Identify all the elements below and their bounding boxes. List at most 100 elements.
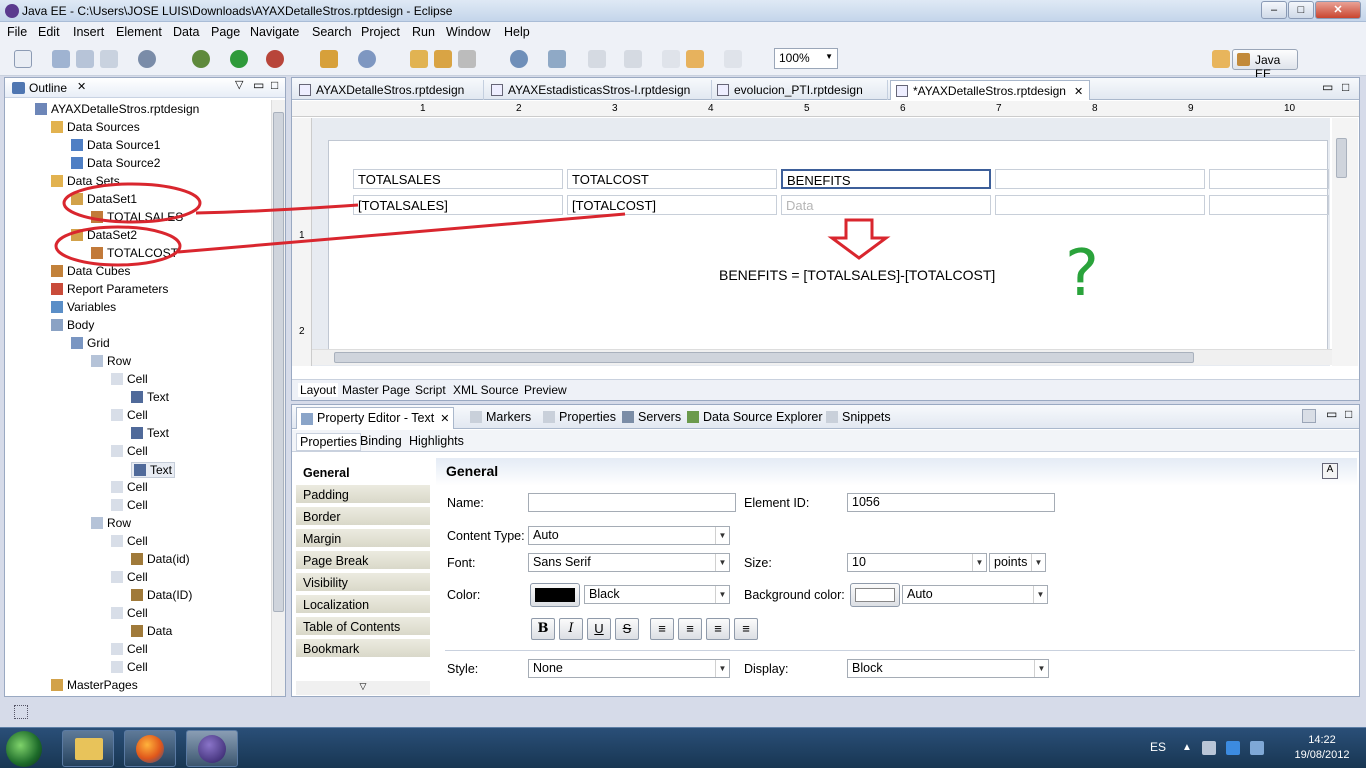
style-label: Style:	[447, 662, 479, 676]
content-type-label: Content Type:	[447, 529, 525, 543]
category-visibility[interactable]: Visibility	[296, 573, 430, 593]
divider	[445, 650, 1355, 651]
chevron-down-icon[interactable]: ▽	[296, 681, 430, 695]
color-swatch	[535, 588, 575, 602]
category-table-of-contents[interactable]: Table of Contents	[296, 617, 430, 637]
name-label: Name:	[447, 496, 484, 510]
network-icon[interactable]	[1250, 741, 1264, 755]
folder-icon	[75, 738, 103, 760]
property-subtabs: Properties Binding Highlights	[292, 430, 1359, 452]
chevron-down-icon: ▼	[715, 554, 729, 571]
content-type-select[interactable]: Auto ▼	[528, 526, 730, 545]
align-center-icon: ≡	[686, 621, 694, 636]
tab-label: Markers	[486, 410, 532, 424]
name-input[interactable]	[528, 493, 736, 512]
tab-properties[interactable]: Properties	[543, 410, 616, 424]
size-unit-select[interactable]: points ▼	[989, 553, 1046, 572]
show-hidden-icons-icon[interactable]: ▲	[1182, 742, 1192, 753]
tab-label: Snippets	[842, 410, 891, 424]
background-value: Auto	[907, 587, 933, 601]
style-value: None	[533, 661, 563, 675]
subtab-highlights[interactable]: Highlights	[406, 433, 467, 449]
property-icon	[301, 413, 313, 425]
tab-servers[interactable]: Servers	[622, 410, 681, 424]
strikethrough-button[interactable]: S	[615, 618, 639, 640]
close-tab-icon[interactable]: ✕	[440, 413, 449, 425]
dataset2-circle	[54, 225, 182, 267]
justify-button[interactable]: ≡	[734, 618, 758, 640]
dropbox-icon[interactable]	[1226, 741, 1240, 755]
font-select[interactable]: Sans Serif ▼	[528, 553, 730, 572]
fast-view-icon[interactable]	[14, 705, 28, 719]
subtab-binding[interactable]: Binding	[357, 433, 405, 449]
explorer-taskbar-button[interactable]	[62, 730, 114, 767]
eclipse-taskbar-button[interactable]	[186, 730, 238, 767]
tab-label: Property Editor - Text	[317, 411, 435, 425]
align-right-button[interactable]: ≡	[706, 618, 730, 640]
start-button[interactable]	[6, 731, 42, 767]
category-bookmark[interactable]: Bookmark	[296, 639, 430, 659]
background-swatch	[855, 588, 895, 602]
property-categories: General Padding Border Margin Page Break Visi…	[296, 463, 430, 695]
category-padding[interactable]: Padding	[296, 485, 430, 505]
category-border[interactable]: Border	[296, 507, 430, 527]
background-swatch-button[interactable]	[850, 583, 900, 607]
chevron-down-icon: ▼	[715, 527, 729, 544]
color-select[interactable]: Black ▼	[584, 585, 730, 604]
justify-icon: ≡	[742, 621, 750, 636]
align-right-icon: ≡	[714, 621, 722, 636]
volume-muted-icon[interactable]	[1202, 741, 1216, 755]
section-title: General	[436, 458, 1357, 486]
chevron-down-icon: ▼	[1034, 660, 1048, 677]
firefox-icon	[136, 735, 164, 763]
tab-data-source-explorer[interactable]: Data Source Explorer	[687, 410, 823, 424]
underline-button[interactable]: U	[587, 618, 611, 640]
align-center-button[interactable]: ≡	[678, 618, 702, 640]
color-value: Black	[589, 587, 620, 601]
align-left-icon: ≡	[658, 621, 666, 636]
tab-snippets[interactable]: Snippets	[826, 410, 891, 424]
chevron-down-icon: ▼	[1031, 554, 1045, 571]
color-swatch-button[interactable]	[530, 583, 580, 607]
category-margin[interactable]: Margin	[296, 529, 430, 549]
background-color-select[interactable]: Auto ▼	[902, 585, 1048, 604]
chevron-down-icon: ▼	[1033, 586, 1047, 603]
element-id-label: Element ID:	[744, 496, 810, 510]
style-select[interactable]: None ▼	[528, 659, 730, 678]
element-id-input[interactable]: 1056	[847, 493, 1055, 512]
font-label: Font:	[447, 556, 476, 570]
totalsales-link	[195, 203, 359, 215]
minimize-view-icon[interactable]: ▭	[1326, 407, 1337, 421]
category-localization[interactable]: Localization	[296, 595, 430, 615]
clock-time: 14:22	[1308, 734, 1336, 746]
firefox-taskbar-button[interactable]	[124, 730, 176, 767]
display-label: Display:	[744, 662, 789, 676]
font-value: Sans Serif	[533, 555, 591, 569]
subtab-properties[interactable]: Properties	[296, 433, 361, 451]
category-page-break[interactable]: Page Break	[296, 551, 430, 571]
dataset1-circle	[62, 182, 202, 224]
bottom-view-tabs: Property Editor - Text ✕ Markers Properti…	[292, 405, 1359, 429]
edit-text-icon[interactable]: A	[1322, 463, 1338, 479]
property-editor: Property Editor - Text ✕ Markers Properti…	[291, 404, 1360, 697]
language-indicator[interactable]: ES	[1150, 740, 1166, 754]
snippets-icon	[826, 411, 838, 423]
category-general[interactable]: General	[296, 463, 430, 483]
markers-icon	[470, 411, 482, 423]
clock[interactable]: 14:22 19/08/2012	[1280, 733, 1364, 763]
size-label: Size:	[744, 556, 772, 570]
display-select[interactable]: Block ▼	[847, 659, 1049, 678]
status-bar	[0, 700, 1366, 727]
view-toolbar-icon[interactable]	[1302, 409, 1316, 423]
size-select[interactable]: 10 ▼	[847, 553, 987, 572]
properties-icon	[543, 411, 555, 423]
color-label: Color:	[447, 588, 481, 602]
bold-button[interactable]: B	[531, 618, 555, 640]
maximize-view-icon[interactable]: □	[1345, 407, 1352, 421]
tab-markers[interactable]: Markers	[470, 410, 531, 424]
tab-label: Servers	[638, 410, 682, 424]
tab-property-editor[interactable]: Property Editor - Text ✕	[296, 407, 454, 429]
italic-button[interactable]: I	[559, 618, 583, 640]
align-left-button[interactable]: ≡	[650, 618, 674, 640]
display-value: Block	[852, 661, 883, 675]
